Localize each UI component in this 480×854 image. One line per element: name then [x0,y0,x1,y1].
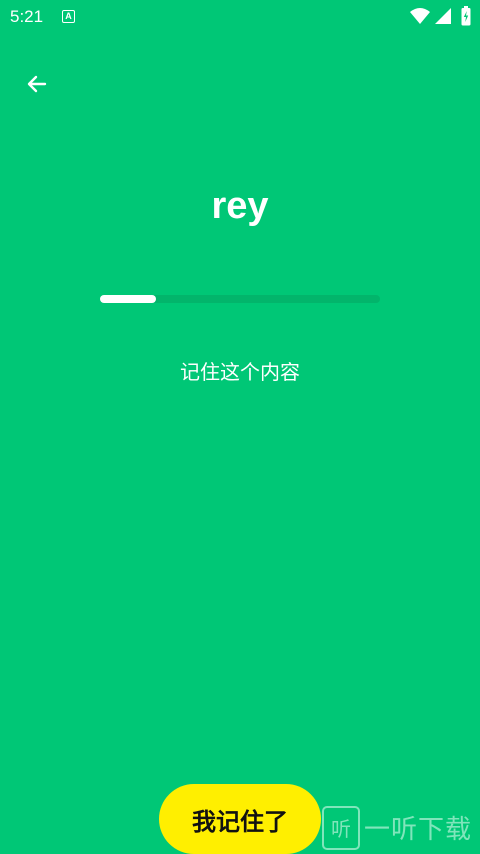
remember-button-label: 我记住了 [192,807,288,836]
battery-icon [461,6,471,30]
notification-a-icon: A [62,10,75,23]
watermark-text: 一听下载 [364,815,473,845]
status-bar: 5:21 A [0,0,480,34]
arrow-left-icon [25,72,49,100]
back-button[interactable] [14,66,60,106]
wifi-icon [410,8,430,28]
watermark: 听 一听下载 [322,806,480,852]
status-time: 5:21 [10,7,44,26]
hint-text: 记住这个内容 [180,360,300,384]
watermark-logo-text: 听 [331,817,351,841]
remember-button[interactable]: 我记住了 [159,784,321,854]
signal-icon [435,8,451,28]
watermark-logo: 听 [322,806,360,854]
progress-fill [100,295,156,303]
word-title: rey [211,185,269,227]
progress-track [100,295,380,303]
